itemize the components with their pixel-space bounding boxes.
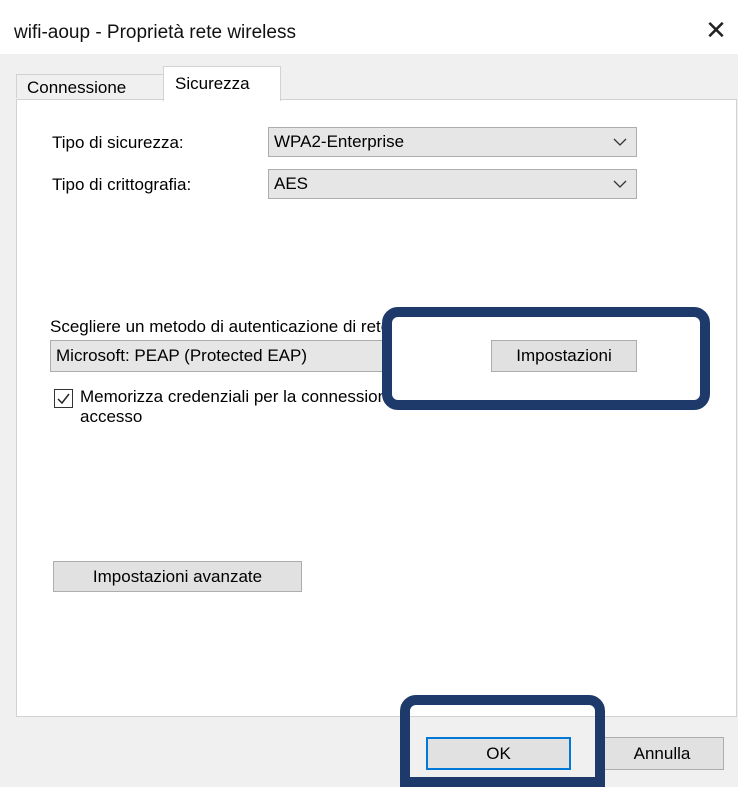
auth-method-value: Microsoft: PEAP (Protected EAP) bbox=[56, 346, 307, 365]
encryption-type-label: Tipo di crittografia: bbox=[52, 175, 192, 194]
remember-credentials-checkbox[interactable] bbox=[54, 389, 73, 408]
advanced-settings-button[interactable]: Impostazioni avanzate bbox=[53, 561, 302, 592]
remember-label-line2: accesso bbox=[80, 407, 143, 426]
auth-method-label: Scegliere un metodo di autenticazione di… bbox=[50, 317, 395, 336]
security-type-value: WPA2-Enterprise bbox=[274, 132, 405, 151]
close-button[interactable]: ✕ bbox=[700, 14, 732, 46]
tab-connessione[interactable]: Connessione bbox=[16, 74, 164, 98]
encryption-type-select[interactable]: AES bbox=[268, 169, 637, 199]
cancel-button[interactable]: Annulla bbox=[600, 737, 724, 770]
chevron-down-icon bbox=[610, 128, 630, 156]
security-type-label: Tipo di sicurezza: bbox=[52, 133, 184, 152]
close-icon: ✕ bbox=[705, 15, 727, 45]
ok-button[interactable]: OK bbox=[426, 737, 571, 770]
chevron-down-icon bbox=[610, 170, 630, 198]
security-type-select[interactable]: WPA2-Enterprise bbox=[268, 127, 637, 157]
encryption-type-value: AES bbox=[274, 174, 309, 193]
checkmark-icon bbox=[57, 393, 70, 405]
tab-sicurezza[interactable]: Sicurezza bbox=[163, 66, 281, 101]
auth-settings-button-highlighted[interactable]: Impostazioni bbox=[491, 340, 637, 372]
window-title: wifi-aoup - Proprietà rete wireless bbox=[14, 22, 296, 43]
